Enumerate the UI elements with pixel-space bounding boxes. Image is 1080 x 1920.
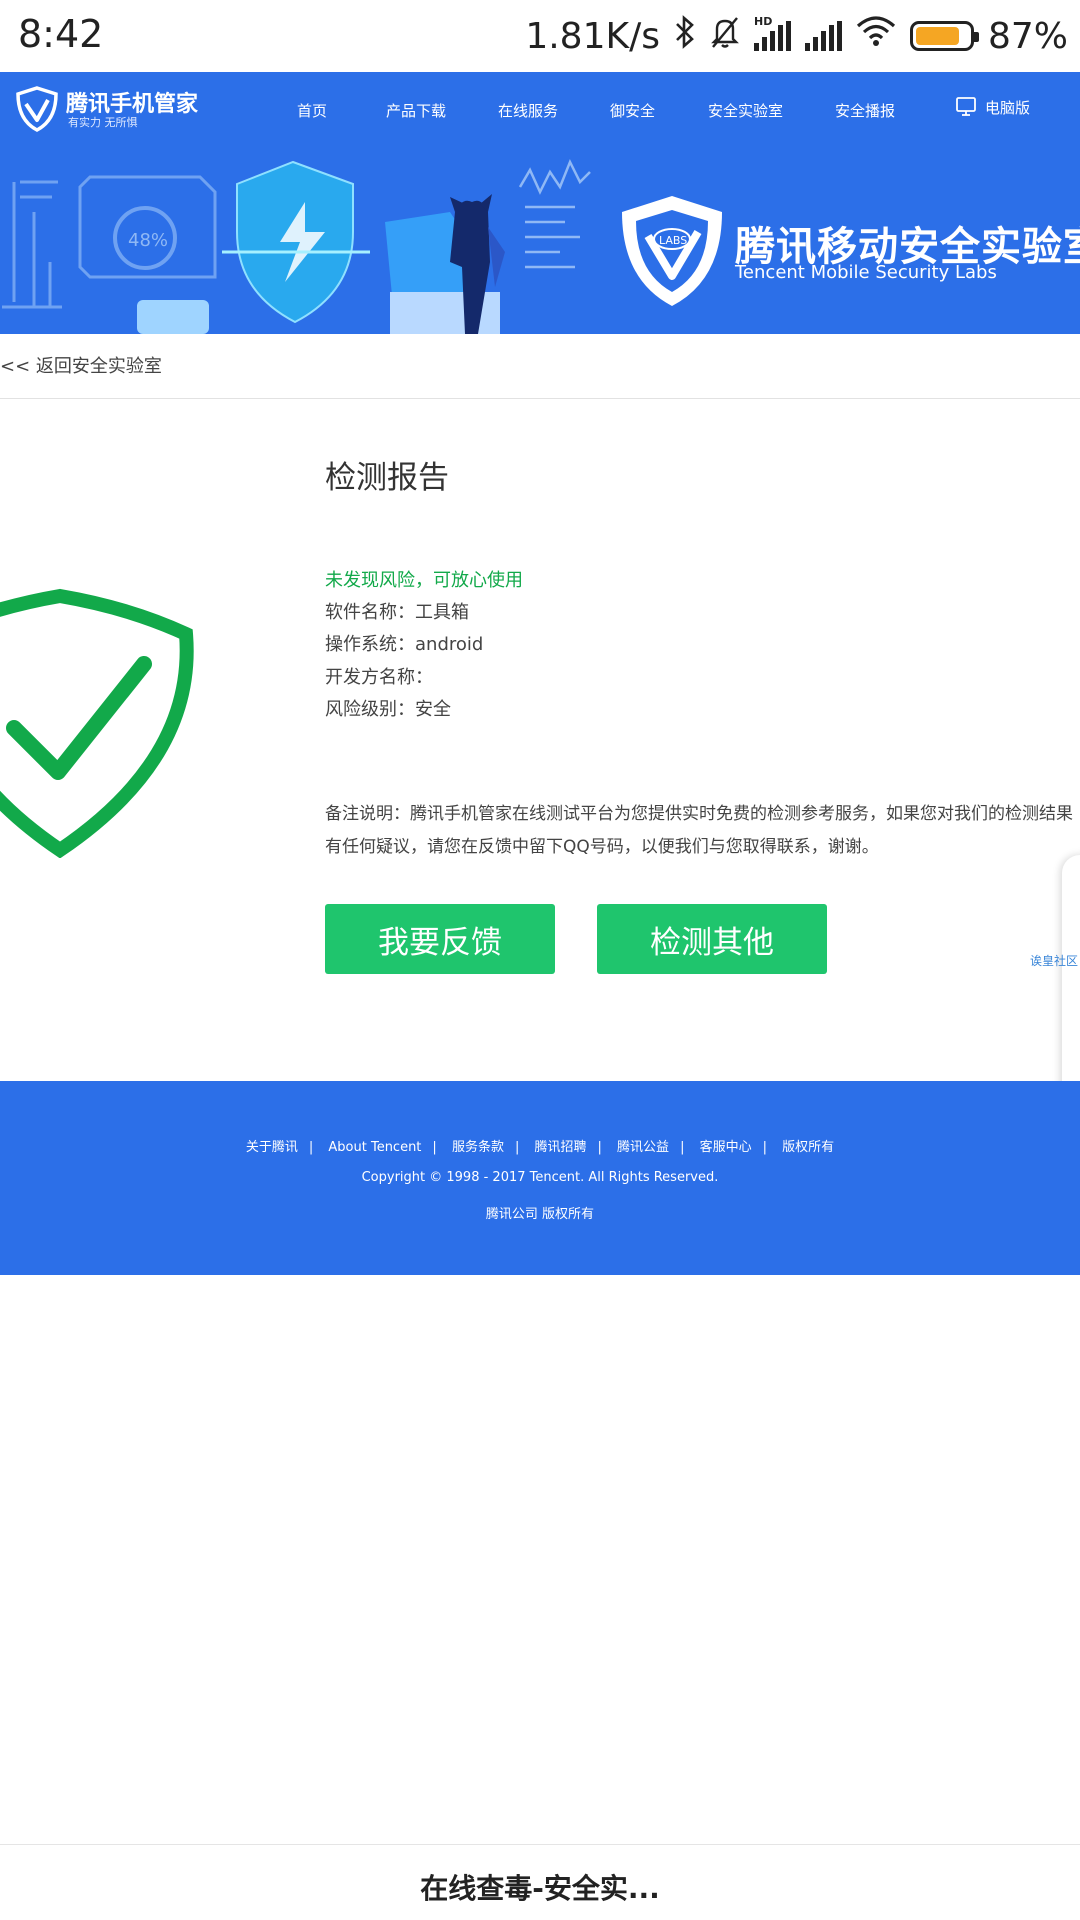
status-time: 8:42 [18,12,104,56]
feedback-button[interactable]: 我要反馈 [325,904,555,974]
nav-download[interactable]: 产品下载 [386,100,446,121]
footer-separator: | [762,1140,767,1155]
footer-link-terms[interactable]: 服务条款 [452,1136,504,1155]
banner-subtitle: Tencent Mobile Security Labs [735,262,997,283]
labs-shield-icon: LABS [622,196,722,306]
nav-online-service[interactable]: 在线服务 [498,100,558,121]
top-nav: 腾讯手机管家 有实力 无所惧 首页 产品下载 在线服务 御安全 安全实验室 安全… [0,72,1080,142]
software-name: 软件名称：工具箱 [325,602,469,623]
status-right: 1.81K/s HD 87% [525,12,1068,60]
rights-text: 腾讯公司 版权所有 [485,1207,595,1222]
net-speed: 1.81K/s [525,15,660,57]
nav-home[interactable]: 首页 [297,100,327,121]
safe-shield-icon [0,588,194,858]
banner-illustration: 48% [2,158,591,334]
footer-link-charity[interactable]: 腾讯公益 [617,1136,669,1155]
bluetooth-icon [674,14,696,58]
footer-link-copyright[interactable]: 版权所有 [782,1136,834,1155]
footer-separator: | [680,1140,685,1155]
signal-icon [804,21,842,51]
monitor-icon [956,97,976,116]
footer-separator: | [597,1140,602,1155]
gauge-text: 48% [128,230,168,251]
report-title: 检测报告 [325,460,449,496]
risk-status: 未发现风险，可放心使用 [325,570,523,591]
hd-signal-icon: HD [753,15,791,51]
operating-system: 操作系统：android [325,634,484,655]
check-other-button[interactable]: 检测其他 [597,904,827,974]
nav-security-news[interactable]: 安全播报 [835,100,895,121]
shield-logo-icon[interactable] [16,86,58,132]
remark-note: 备注说明：腾讯手机管家在线测试平台为您提供实时免费的检测参考服务，如果您对我们的… [325,804,1073,857]
footer-separator: | [308,1140,314,1155]
footer-link-jobs[interactable]: 腾讯招聘 [535,1136,587,1155]
risk-level: 风险级别：安全 [325,699,451,720]
developer-name: 开发方名称： [325,667,433,688]
mute-bell-icon [710,15,740,58]
divider [0,398,1080,399]
nav-security-lab[interactable]: 安全实验室 [708,100,783,121]
lab-banner: 48% LABS 腾讯移动安全实验室 Tencent Mobile Securi… [0,142,1080,334]
footer-links: 关于腾讯 | About Tencent | 服务条款 | 腾讯招聘 | 腾讯公益 | 客… [0,1136,1080,1155]
footer-separator: | [432,1140,437,1155]
browser-bottom-bar: 在线查毒-安全实... [0,1844,1080,1920]
footer-link-about[interactable]: 关于腾讯 [246,1136,298,1155]
footer: 关于腾讯 | About Tencent | 服务条款 | 腾讯招聘 | 腾讯公益 | 客… [0,1081,1080,1275]
brand-slogan: 有实力 无所惧 [68,116,138,129]
footer-link-support[interactable]: 客服中心 [700,1136,752,1155]
battery-icon [909,21,979,51]
page-title[interactable]: 在线查毒-安全实... [0,1867,1080,1907]
labs-badge-text: LABS [659,234,687,247]
pc-version-label: 电脑版 [985,98,1031,117]
battery-percent: 87% [987,15,1068,57]
wifi-icon [856,15,896,57]
status-bar: 8:42 1.81K/s HD 87% [0,0,1080,72]
copyright-text: Copyright © 1998 - 2017 Tencent. All Rig… [361,1170,719,1185]
back-to-lab-link[interactable]: << 返回安全实验室 [0,352,162,378]
footer-separator: | [514,1140,520,1155]
footer-link-about-en[interactable]: About Tencent [328,1140,421,1155]
side-community-link[interactable]: 诶皇社区 [1030,952,1078,969]
nav-pc-version[interactable]: 电脑版 [955,96,1030,118]
nav-yu-security[interactable]: 御安全 [610,100,655,121]
